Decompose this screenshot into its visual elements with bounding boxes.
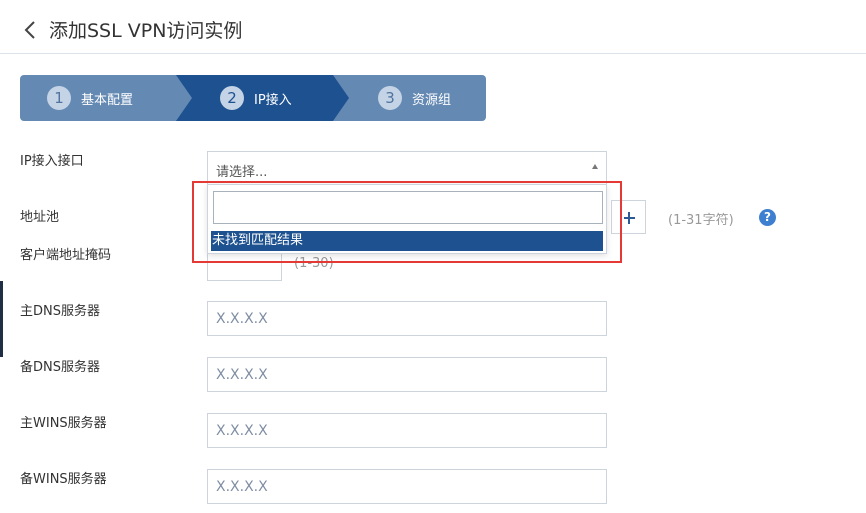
ip-interface-select[interactable]: 请选择... xyxy=(207,151,607,185)
select-placeholder: 请选择... xyxy=(216,165,268,180)
ip-interface-dropdown: 未找到匹配结果 xyxy=(207,184,607,254)
add-address-pool-button[interactable] xyxy=(611,200,646,234)
step-ip-access[interactable]: 2 IP接入 xyxy=(176,75,354,121)
client-mask-hint: (1-30) xyxy=(294,256,334,271)
primary-dns-label: 主DNS服务器 xyxy=(20,304,100,319)
step-number: 2 xyxy=(220,86,244,110)
secondary-wins-input[interactable] xyxy=(207,469,607,504)
step-wizard: 1 基本配置 2 IP接入 3 资源组 xyxy=(20,75,486,121)
chevron-left-icon[interactable] xyxy=(22,18,42,42)
address-pool-hint: (1-31字符) xyxy=(668,213,734,228)
step-label: IP接入 xyxy=(254,92,292,108)
dropdown-search-input[interactable] xyxy=(213,191,603,224)
secondary-dns-input[interactable] xyxy=(207,357,607,392)
ip-interface-label: IP接入接口 xyxy=(20,154,84,169)
secondary-dns-label: 备DNS服务器 xyxy=(20,360,100,375)
client-mask-label: 客户端地址掩码 xyxy=(20,248,112,263)
step-number: 3 xyxy=(378,86,402,110)
primary-wins-label: 主WINS服务器 xyxy=(20,416,107,431)
primary-wins-input[interactable] xyxy=(207,413,607,448)
primary-dns-input[interactable] xyxy=(207,301,607,336)
question-icon[interactable]: ? xyxy=(759,209,776,226)
page-header: 添加SSL VPN访问实例 xyxy=(0,0,866,54)
no-match-item: 未找到匹配结果 xyxy=(211,231,603,251)
page: 添加SSL VPN访问实例 1 基本配置 2 IP接入 3 资源组 IP接入接口… xyxy=(0,0,866,513)
address-pool-label: 地址池 xyxy=(20,210,60,225)
secondary-wins-label: 备WINS服务器 xyxy=(20,472,107,487)
page-title: 添加SSL VPN访问实例 xyxy=(49,20,243,42)
step-resource-group[interactable]: 3 资源组 xyxy=(333,75,486,121)
caret-up-icon xyxy=(592,164,598,169)
side-accent-bar xyxy=(0,281,3,357)
step-number: 1 xyxy=(47,86,71,110)
step-label: 基本配置 xyxy=(81,92,134,108)
step-basic-config[interactable]: 1 基本配置 xyxy=(20,75,196,121)
step-label: 资源组 xyxy=(412,92,452,108)
